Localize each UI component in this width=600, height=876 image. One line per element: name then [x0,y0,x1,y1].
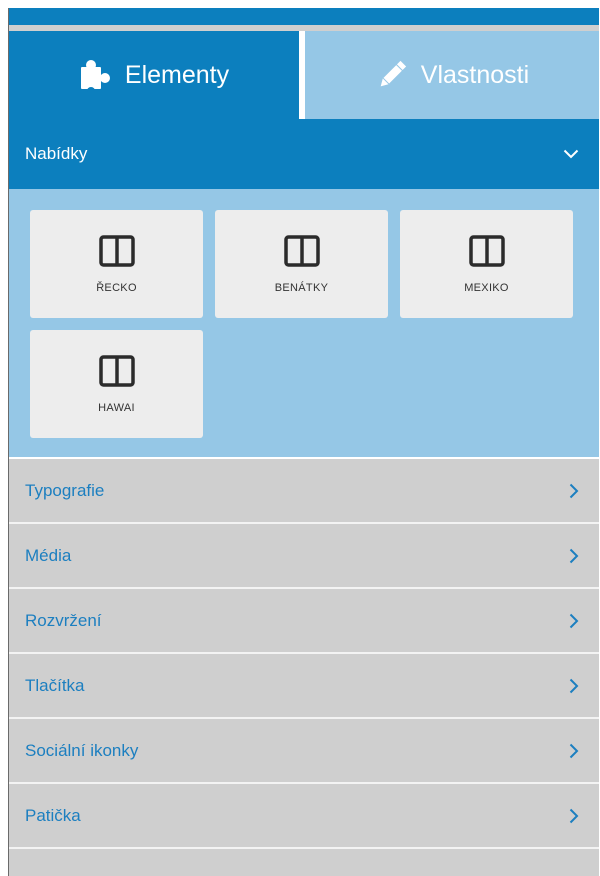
category-paticka[interactable]: Patička [9,784,599,849]
chevron-right-icon [569,483,579,498]
columns-icon [283,235,320,267]
category-label: Média [25,545,72,565]
tab-properties[interactable]: Vlastnosti [305,31,599,119]
chevron-right-icon [569,548,579,563]
category-label: Tlačítka [25,675,85,695]
category-nabidky-label: Nabídky [25,144,88,163]
chevron-right-icon [569,808,579,823]
chevron-right-icon [569,613,579,628]
block-recko[interactable]: ŘECKO [30,210,203,318]
category-label: Typografie [25,480,105,500]
category-typografie[interactable]: Typografie [9,459,599,524]
columns-icon [98,235,135,267]
category-label: Sociální ikonky [25,740,139,760]
category-label: Rozvržení [25,610,102,630]
chevron-right-icon [569,743,579,758]
pencil-icon [380,60,406,87]
chevron-right-icon [569,678,579,693]
category-media[interactable]: Média [9,524,599,589]
columns-icon [468,235,505,267]
category-tlacitka[interactable]: Tlačítka [9,654,599,719]
block-hawai[interactable]: HAWAI [30,330,203,438]
block-benatky-label: BENÁTKY [274,282,329,294]
category-nabidky[interactable]: Nabídky [9,119,599,189]
block-mexiko-label: MEXIKO [464,282,509,294]
columns-icon [98,355,135,387]
chevron-down-icon [563,149,579,159]
blocks-panel: Elementy Vlastnosti Nabídky ŘECKO BENÁTK… [8,8,599,876]
nabidky-blocks: ŘECKO BENÁTKY MEXIKO HAWAI [9,189,599,459]
category-socialni-ikonky[interactable]: Sociální ikonky [9,719,599,784]
panel-tabs: Elementy Vlastnosti [9,31,599,119]
top-bar [9,8,599,25]
category-rozvrzeni[interactable]: Rozvržení [9,589,599,654]
block-recko-label: ŘECKO [96,282,137,294]
block-mexiko[interactable]: MEXIKO [400,210,573,318]
block-benatky[interactable]: BENÁTKY [215,210,388,318]
puzzle-icon [80,60,110,92]
tab-properties-label: Vlastnosti [420,60,530,89]
block-hawai-label: HAWAI [98,402,135,414]
tab-elements-label: Elementy [124,60,230,89]
tab-elements[interactable]: Elementy [9,31,299,119]
category-label: Patička [25,805,81,825]
